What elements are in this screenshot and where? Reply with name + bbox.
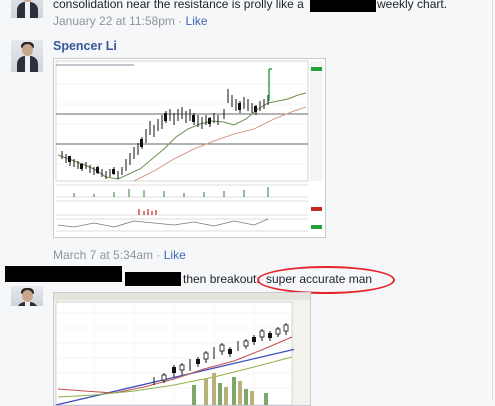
- attached-chart-image[interactable]: [53, 292, 311, 406]
- like-link[interactable]: Like: [164, 248, 186, 262]
- comment-text-end: weekly chart.: [377, 0, 448, 11]
- comment-text: consolidation near the resistance is pro…: [53, 0, 304, 12]
- redacted-text: [310, 0, 376, 12]
- red-circle-annotation: [257, 266, 395, 294]
- commenter-avatar[interactable]: [11, 286, 43, 306]
- comment-text: then breakout.: [183, 272, 260, 286]
- comment-meta: March 7 at 5:34am · Like: [53, 248, 186, 262]
- like-link[interactable]: Like: [186, 14, 208, 28]
- right-border: [492, 0, 493, 400]
- redacted-author: [5, 266, 122, 282]
- redacted-text: [125, 272, 181, 286]
- attached-chart-image[interactable]: [53, 58, 326, 238]
- spencer-li-avatar[interactable]: [11, 40, 43, 72]
- comment-meta: January 22 at 11:58pm · Like: [53, 14, 208, 28]
- comment-author[interactable]: Spencer Li: [53, 39, 117, 53]
- comment-text-part: consolidation near the resistance is pro…: [53, 0, 304, 11]
- stock-chart-2: [54, 293, 310, 405]
- comment-timestamp[interactable]: January 22 at 11:58pm: [53, 14, 175, 28]
- commenter-avatar[interactable]: [11, 0, 43, 18]
- comment-timestamp[interactable]: March 7 at 5:34am: [53, 248, 153, 262]
- meta-separator: ·: [178, 14, 183, 28]
- meta-separator: ·: [156, 248, 161, 262]
- stock-chart-1: [54, 59, 325, 237]
